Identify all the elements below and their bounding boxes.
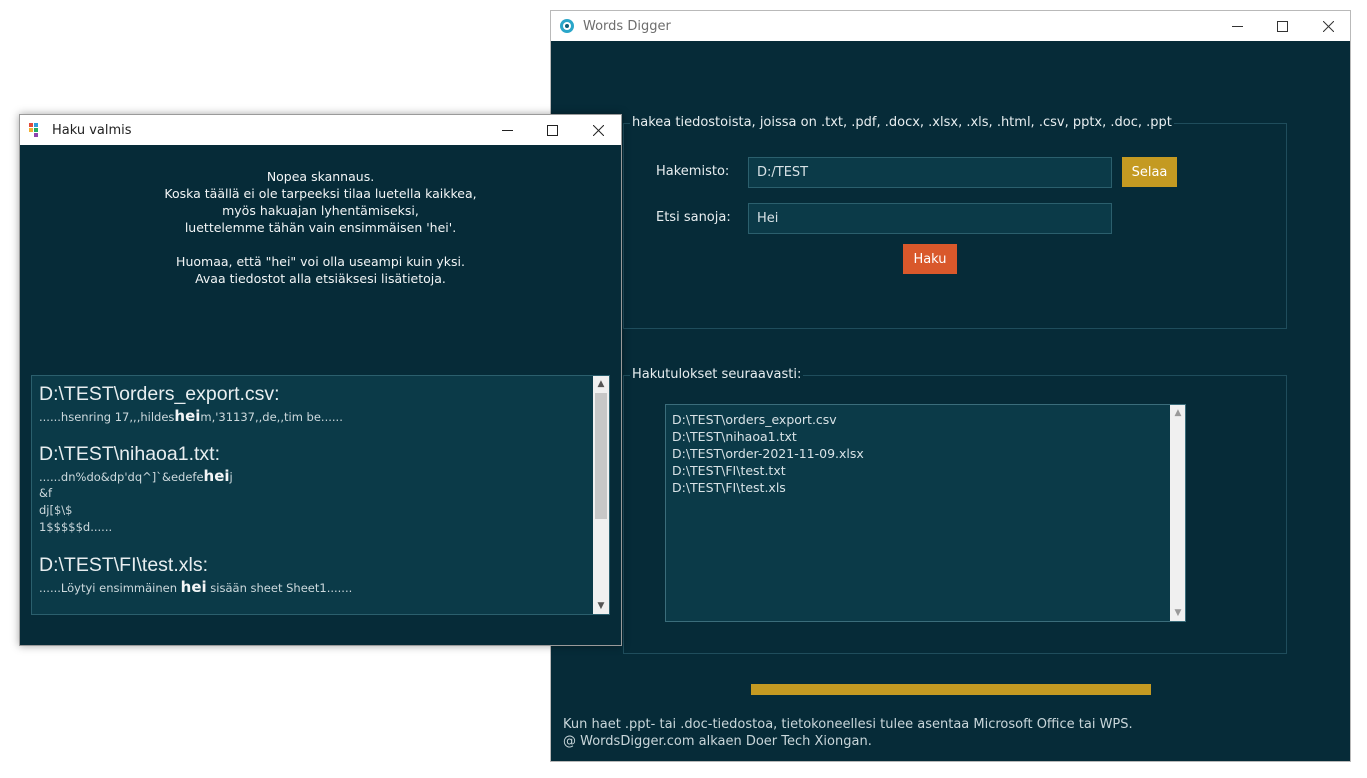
progress-bar-fill (751, 684, 1151, 695)
result-file-heading: D:\TEST\nihaoa1.txt: (39, 443, 220, 465)
directory-input[interactable]: D:/TEST (748, 157, 1112, 188)
footer-note: Kun haet .ppt- tai .doc-tiedostoa, tieto… (563, 717, 1133, 732)
file-list-scrollbar[interactable]: ▲ ▼ (1170, 405, 1185, 621)
search-group-legend: hakea tiedostoista, joissa on .txt, .pdf… (630, 115, 1174, 130)
words-value: Hei (757, 211, 779, 226)
result-snippet: ......hsenring 17,,,hildesheim,'31137,,d… (39, 407, 343, 425)
dialog-message-line: luettelemme tähän vain ensimmäisen 'hei'… (184, 220, 457, 235)
main-client-area: hakea tiedostoista, joissa on .txt, .pdf… (551, 41, 1350, 761)
browse-button[interactable]: Selaa (1122, 157, 1177, 187)
scroll-thumb[interactable] (595, 393, 607, 519)
close-icon[interactable] (1305, 11, 1351, 41)
search-group: hakea tiedostoista, joissa on .txt, .pdf… (623, 115, 1287, 329)
file-list-item[interactable]: D:\TEST\nihaoa1.txt (672, 428, 864, 445)
result-file-heading: D:\TEST\orders_export.csv: (39, 383, 280, 405)
result-snippet: ......dn%do&dp'dq^]`&edefeheij (39, 467, 233, 485)
dialog-titlebar[interactable]: Haku valmis (20, 115, 621, 145)
scroll-down-icon[interactable]: ▼ (593, 598, 609, 614)
dialog-message-line: Huomaa, että "hei" voi olla useampi kuin… (176, 254, 465, 269)
search-done-dialog: Haku valmis Nopea skannaus. Koska täällä… (19, 114, 622, 646)
directory-label: Hakemisto: (656, 164, 730, 179)
footer-copyright: @ WordsDigger.com alkaen Doer Tech Xiong… (563, 734, 872, 749)
result-snippet: ......Löytyi ensimmäinen hei sisään shee… (39, 578, 353, 596)
file-list-item[interactable]: D:\TEST\order-2021-11-09.xlsx (672, 445, 864, 462)
maximize-icon[interactable] (1259, 11, 1305, 41)
file-list-item[interactable]: D:\TEST\FI\test.txt (672, 462, 864, 479)
results-group-legend: Hakutulokset seuraavasti: (630, 367, 804, 382)
result-snippet: 1$$$$$d...... (39, 520, 113, 534)
scroll-up-icon[interactable]: ▲ (593, 376, 609, 392)
result-hit: hei (203, 467, 230, 485)
words-digger-app-icon (559, 18, 575, 34)
progress-bar (751, 684, 1151, 695)
dialog-app-icon (28, 122, 44, 138)
dialog-results-panel[interactable]: D:\TEST\orders_export.csv: ......hsenrin… (31, 375, 610, 615)
scroll-up-icon[interactable]: ▲ (1170, 405, 1186, 421)
results-file-list[interactable]: D:\TEST\orders_export.csv D:\TEST\nihaoa… (665, 404, 1186, 622)
dialog-results-scrollbar[interactable]: ▲ ▼ (593, 376, 609, 614)
result-hit: hei (180, 578, 207, 596)
dialog-message-line: myös hakuajan lyhentämiseksi, (222, 203, 419, 218)
dialog-message-line: Avaa tiedostot alla etsiäksesi lisätieto… (195, 271, 446, 286)
search-button[interactable]: Haku (903, 244, 957, 274)
scroll-down-icon[interactable]: ▼ (1170, 605, 1186, 621)
directory-value: D:/TEST (757, 165, 809, 180)
dialog-message-line: Koska täällä ei ole tarpeeksi tilaa luet… (164, 186, 477, 201)
main-titlebar[interactable]: Words Digger (551, 11, 1350, 41)
dialog-maximize-icon[interactable] (529, 115, 575, 145)
result-snippet: dj[$\$ (39, 503, 73, 517)
main-window-title: Words Digger (583, 18, 671, 34)
dialog-minimize-icon[interactable] (484, 115, 530, 145)
words-label: Etsi sanoja: (656, 210, 731, 225)
dialog-close-icon[interactable] (575, 115, 621, 145)
words-digger-window: Words Digger hakea tiedostoista, joissa … (550, 10, 1351, 762)
result-snippet: &f (39, 486, 53, 500)
results-group: Hakutulokset seuraavasti: D:\TEST\orders… (623, 367, 1287, 654)
file-list-item[interactable]: D:\TEST\FI\test.xls (672, 479, 864, 496)
result-file-heading: D:\TEST\FI\test.xls: (39, 554, 209, 576)
dialog-title: Haku valmis (52, 122, 132, 138)
words-input[interactable]: Hei (748, 203, 1112, 234)
file-list-item[interactable]: D:\TEST\orders_export.csv (672, 411, 864, 428)
minimize-icon[interactable] (1214, 11, 1260, 41)
result-hit: hei (174, 407, 201, 425)
dialog-message-line: Nopea skannaus. (266, 169, 375, 184)
